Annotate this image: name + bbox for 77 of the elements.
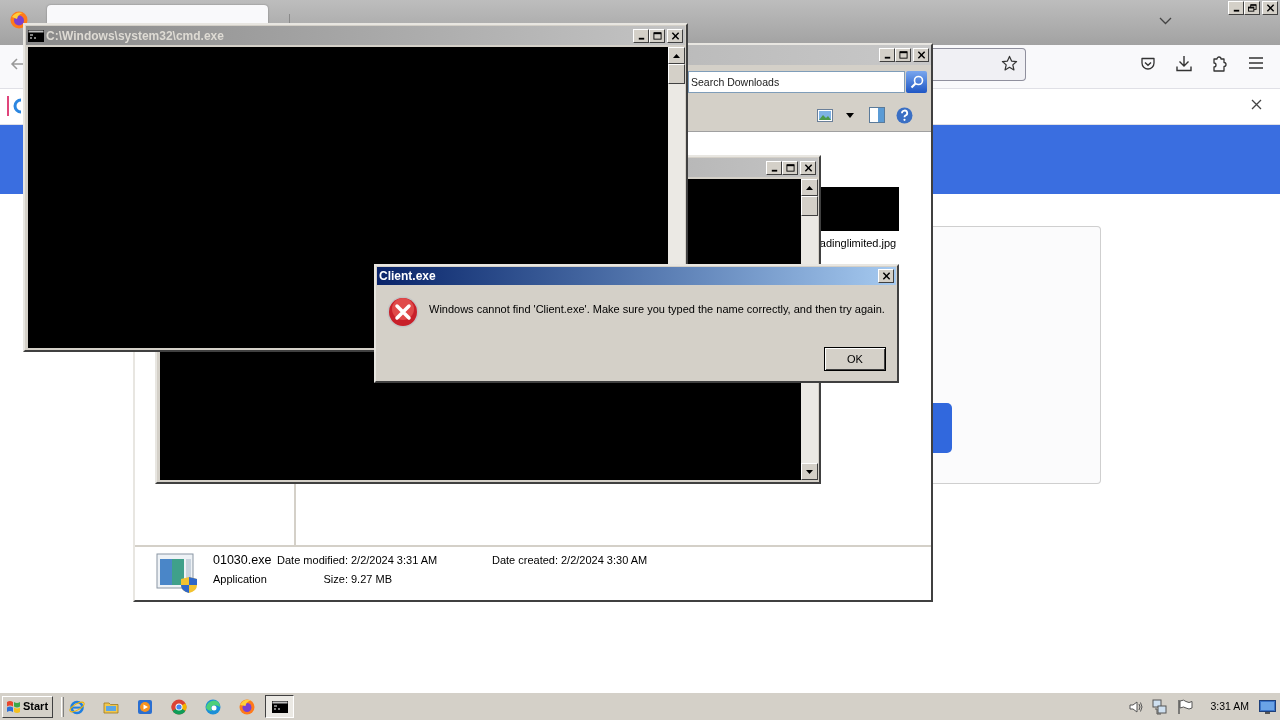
media-player-icon[interactable] (137, 698, 153, 715)
scroll-down-button[interactable] (801, 463, 818, 480)
window-title: C:\Windows\system32\cmd.exe (46, 27, 224, 45)
maximize-button[interactable] (782, 160, 798, 175)
puzzle-piece-icon[interactable] (1212, 55, 1228, 72)
browser-icon[interactable] (171, 698, 187, 715)
menu-icon[interactable] (1249, 57, 1263, 69)
scroll-up-button[interactable] (668, 47, 685, 64)
close-button[interactable] (1262, 1, 1278, 15)
flag-icon[interactable] (1177, 698, 1194, 715)
maximize-icon (652, 31, 662, 40)
help-icon[interactable] (896, 106, 913, 124)
scroll-thumb[interactable] (668, 64, 685, 84)
close-button[interactable] (800, 160, 816, 175)
chevron-down-icon[interactable] (1159, 17, 1172, 25)
logo-icon (6, 94, 22, 118)
property-value: 2/2/2024 3:30 AM (560, 553, 648, 569)
property-label: Date created: (490, 553, 558, 569)
console-icon (271, 700, 288, 713)
view-icon[interactable] (817, 108, 833, 122)
close-icon (881, 272, 891, 280)
preview-pane-icon[interactable] (869, 107, 885, 123)
property-value: 2/2/2024 3:31 AM (350, 553, 439, 569)
close-icon (670, 31, 680, 40)
maximize-icon (898, 51, 908, 59)
maximize-button[interactable] (895, 48, 911, 62)
close-icon (1265, 4, 1275, 12)
scroll-thumb[interactable] (801, 196, 818, 216)
minimize-button[interactable] (766, 160, 782, 175)
browser-icon[interactable] (205, 698, 221, 715)
maximize-icon (785, 163, 795, 172)
close-button[interactable] (878, 269, 894, 283)
file-name[interactable]: adinglimited.jpg (819, 235, 897, 252)
application-icon (156, 551, 198, 593)
close-button[interactable] (667, 28, 683, 43)
property-value: 9.27 MB (350, 572, 393, 588)
scroll-up-button[interactable] (801, 179, 818, 196)
search-field[interactable]: Search Downloads (688, 71, 905, 93)
property-label: Size: (322, 572, 348, 588)
back-arrow-icon[interactable] (10, 57, 23, 71)
console-icon (28, 29, 44, 42)
show-desktop-icon[interactable] (1259, 699, 1276, 714)
windows-logo-icon (6, 699, 21, 714)
close-icon (803, 163, 813, 172)
dialog-title: Client.exe (379, 268, 436, 285)
download-icon[interactable] (1176, 55, 1192, 72)
restore-icon (1247, 4, 1257, 12)
maximize-button[interactable] (649, 28, 665, 43)
dialog-message: Windows cannot find 'Client.exe'. Make sure you typed the name correctly, and then try again. (429, 302, 885, 317)
down-arrow-icon (806, 469, 813, 474)
up-arrow-icon (806, 185, 813, 190)
speaker-icon[interactable] (1128, 698, 1145, 715)
search-button[interactable] (906, 71, 927, 93)
browser-icon[interactable] (239, 698, 255, 715)
star-icon[interactable] (1001, 55, 1018, 72)
browser-icon[interactable] (69, 698, 85, 715)
minimize-button[interactable] (633, 28, 649, 43)
close-icon (916, 51, 926, 59)
ok-button[interactable]: OK (824, 347, 886, 371)
up-arrow-icon (673, 53, 680, 58)
property-label: Date modified: (277, 553, 348, 569)
caret-icon[interactable] (846, 112, 854, 118)
start-button[interactable]: Start (2, 695, 53, 718)
error-icon (387, 296, 419, 328)
taskbar-button[interactable] (265, 695, 294, 718)
close-button[interactable] (913, 48, 929, 62)
search-icon (909, 75, 924, 89)
browser-logo-icon (10, 11, 28, 29)
network-icon[interactable] (1152, 698, 1169, 715)
pocket-icon[interactable] (1140, 56, 1156, 72)
minimize-button[interactable] (1228, 1, 1244, 15)
clock[interactable]: 3:31 AM (1210, 698, 1249, 715)
minimize-button[interactable] (879, 48, 895, 62)
file-type: Application (213, 572, 268, 588)
close-icon[interactable] (1251, 99, 1262, 110)
file-name: 01030.exe (213, 552, 273, 570)
restore-button[interactable] (1244, 1, 1260, 15)
